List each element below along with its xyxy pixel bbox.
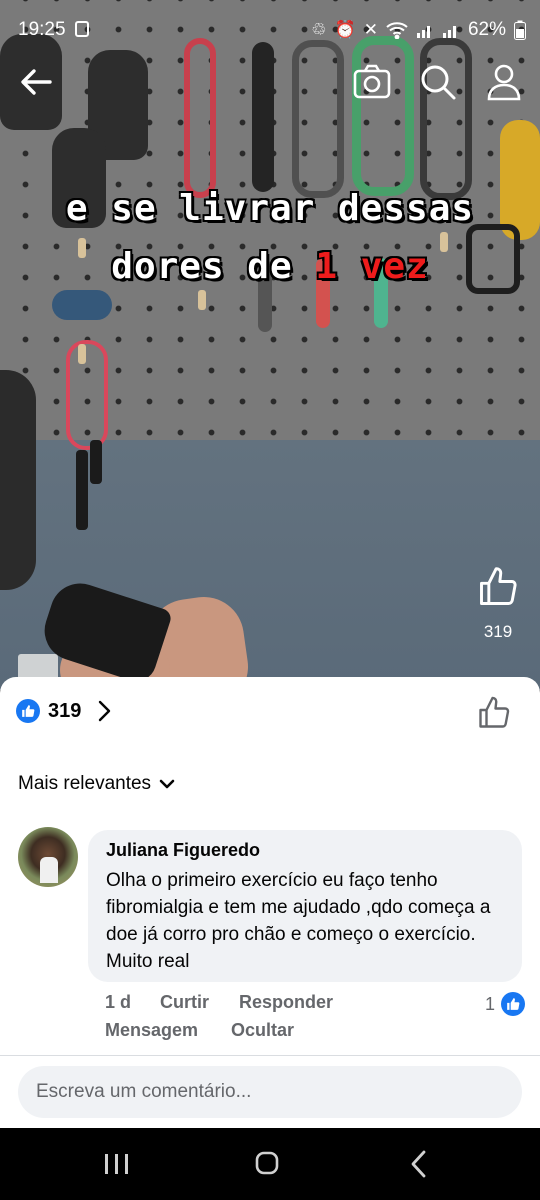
resistance-band [252,42,274,192]
caption-highlight: 1 vez [315,246,429,287]
video-player[interactable]: e se livrar dessas dores de 1 vez 319 [0,0,540,690]
reply-button[interactable]: Responder [239,992,333,1013]
sort-label: Mais relevantes [18,773,152,794]
like-reaction-icon [16,699,40,723]
like-reaction-icon [501,992,525,1016]
status-bar: 19:25 ♲ ⏰ ✕ 62% [0,0,540,60]
hide-button[interactable]: Ocultar [231,1020,294,1041]
video-caption-line2: dores de 1 vez [111,246,429,287]
signal-icon [416,26,430,38]
home-icon[interactable] [247,1146,287,1182]
camera-icon[interactable] [352,62,392,102]
avatar[interactable] [18,827,78,887]
resistance-band [184,38,216,198]
video-caption-line1: e se livrar dessas [65,188,475,229]
search-icon[interactable] [418,62,458,102]
comment-bubble[interactable]: Juliana Figueredo Olha o primeiro exercí… [88,830,522,982]
comment-like-number: 1 [484,993,495,1014]
resistance-tube [66,340,108,450]
battery-icon [514,20,526,40]
punching-bag [0,370,36,590]
side-like-count: 319 [483,622,513,641]
divider [0,1055,540,1056]
back-arrow-icon[interactable] [16,62,56,102]
wifi-icon [386,22,408,39]
message-button[interactable]: Mensagem [105,1020,198,1041]
recycle-icon: ♲ [311,20,327,39]
comment-text: Olha o primeiro exercício eu faço tenho … [106,870,491,972]
gallery-icon [75,21,89,37]
handle [90,440,102,484]
recent-apps-icon[interactable] [96,1146,136,1182]
alarm-icon: ⏰ [334,20,356,39]
comment-author[interactable]: Juliana Figueredo [106,840,504,861]
system-navigation-bar [0,1128,540,1200]
status-icons: ♲ ⏰ ✕ 62% [311,19,526,41]
handle [76,450,88,530]
resistance-tube [52,290,112,320]
like-button-icon[interactable] [476,695,512,731]
resistance-band [292,40,344,198]
resistance-band [352,36,414,196]
like-comment-button[interactable]: Curtir [160,992,209,1013]
profile-icon[interactable] [484,62,524,102]
comment-input[interactable] [36,1081,504,1103]
status-time: 19:25 [18,19,66,40]
like-icon[interactable] [476,565,520,609]
chevron-down-icon [159,779,175,789]
mute-icon: ✕ [363,20,378,39]
reactions-summary[interactable]: 319 [16,699,111,723]
signal-icon [442,26,456,38]
comment-like-count[interactable]: 1 [485,992,525,1016]
peg [198,290,206,310]
peg [78,344,86,364]
reaction-count: 319 [48,699,82,722]
battery-percentage: 62% [467,19,506,40]
comments-sheet: 319 Mais relevantes Juliana Figueredo Ol… [0,677,540,1128]
chevron-right-icon [99,700,111,722]
comment-sort-dropdown[interactable]: Mais relevantes [18,773,175,795]
back-icon[interactable] [400,1146,440,1182]
comment-composer[interactable] [18,1066,522,1118]
comment-age: 1 d [105,992,132,1012]
